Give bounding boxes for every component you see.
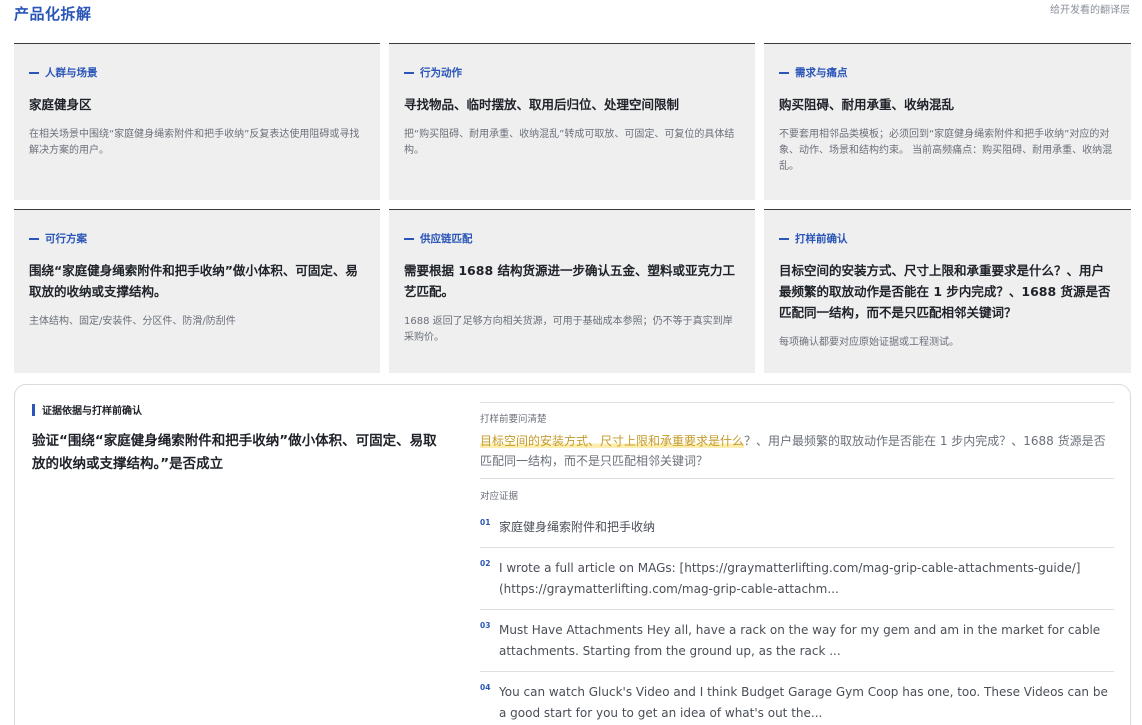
card-tag: 需求与痛点 — [795, 67, 848, 79]
card-desc: 1688 返回了足够方向相关货源，可用于基础成本参照；仍不等于真实到岸采购价。 — [404, 316, 733, 343]
card-tag: 行为动作 — [420, 67, 462, 79]
list-item[interactable]: 03 Must Have Attachments Hey all, have a… — [480, 609, 1114, 671]
item-text: You can watch Gluck's Video and I think … — [499, 685, 1108, 720]
question-highlight: 目标空间的安装方式、尺寸上限和承重要求是什么 — [480, 434, 745, 448]
accent-bar — [32, 403, 35, 416]
card-desc: 不要套用相邻品类模板；必须回到“家庭健身绳索附件和把手收纳”对应的对象、动作、场… — [779, 129, 1113, 172]
evidence-panel: 证据依据与打样前确认 验证“围绕“家庭健身绳索附件和把手收纳”做小体积、可固定、… — [14, 384, 1131, 725]
list-item[interactable]: 04 You can watch Gluck's Video and I thi… — [480, 671, 1114, 725]
card-desc: 把“购买阻碍、耐用承重、收纳混乱”转成可取放、可固定、可复位的具体结构。 — [404, 129, 735, 156]
dash-icon — [779, 237, 789, 240]
question-text: 目标空间的安装方式、尺寸上限和承重要求是什么？、用户最频繁的取放动作是否能在 1… — [480, 431, 1114, 471]
page-title: 产品化拆解 — [14, 5, 92, 23]
card-title: 围绕“家庭健身绳索附件和把手收纳”做小体积、可固定、易取放的收纳或支撑结构。 — [29, 263, 358, 299]
divider — [480, 478, 1114, 479]
dash-icon — [29, 71, 39, 74]
card-supply-chain: 供应链匹配 需要根据 1688 结构货源进一步确认五金、塑料或亚克力工艺匹配。 … — [389, 209, 755, 373]
card-desc: 在相关场景中围绕“家庭健身绳索附件和把手收纳”反复表达使用阻碍或寻找解决方案的用… — [29, 129, 360, 156]
card-feasible-solution: 可行方案 围绕“家庭健身绳索附件和把手收纳”做小体积、可固定、易取放的收纳或支撑… — [14, 209, 380, 373]
card-pre-sample-check: 打样前确认 目标空间的安装方式、尺寸上限和承重要求是什么？、用户最频繁的取放动作… — [764, 209, 1131, 373]
card-desc: 每项确认都要对应原始证据或工程测试。 — [779, 337, 959, 348]
card-tag: 供应链匹配 — [420, 233, 473, 245]
item-text: Must Have Attachments Hey all, have a ra… — [499, 623, 1101, 658]
list-item[interactable]: 02 I wrote a full article on MAGs: [http… — [480, 547, 1114, 609]
translation-layer-note: 给开发看的翻译层 — [1050, 5, 1130, 16]
card-behavior: 行为动作 寻找物品、临时摆放、取用后归位、处理空间限制 把“购买阻碍、耐用承重、… — [389, 43, 755, 200]
card-needs-pain-points: 需求与痛点 购买阻碍、耐用承重、收纳混乱 不要套用相邻品类模板；必须回到“家庭健… — [764, 43, 1131, 200]
card-tag: 可行方案 — [45, 233, 87, 245]
divider — [480, 402, 1114, 403]
list-item[interactable]: 01 家庭健身绳索附件和把手收纳 — [480, 508, 1114, 547]
evidence-list-label: 对应证据 — [480, 491, 519, 502]
item-number: 03 — [480, 621, 491, 630]
item-text: I wrote a full article on MAGs: [https:/… — [499, 561, 1081, 596]
card-title: 家庭健身区 — [29, 97, 92, 112]
evidence-detail: 打样前要问清楚 目标空间的安装方式、尺寸上限和承重要求是什么？、用户最频繁的取放… — [480, 402, 1114, 725]
item-text: 家庭健身绳索附件和把手收纳 — [499, 520, 656, 534]
item-number: 02 — [480, 559, 491, 568]
product-breakdown-grid: 人群与场景 家庭健身区 在相关场景中围绕“家庭健身绳索附件和把手收纳”反复表达使… — [14, 43, 1131, 373]
evidence-list: 01 家庭健身绳索附件和把手收纳 02 I wrote a full artic… — [480, 508, 1114, 725]
dash-icon — [404, 237, 414, 240]
card-title: 需要根据 1688 结构货源进一步确认五金、塑料或亚克力工艺匹配。 — [404, 263, 735, 299]
item-number: 04 — [480, 683, 491, 692]
card-tag: 打样前确认 — [795, 233, 848, 245]
dash-icon — [779, 71, 789, 74]
card-title: 目标空间的安装方式、尺寸上限和承重要求是什么？、用户最频繁的取放动作是否能在 1… — [779, 263, 1111, 320]
evidence-title: 验证“围绕“家庭健身绳索附件和把手收纳”做小体积、可固定、易取放的收纳或支撑结构… — [32, 433, 437, 472]
dash-icon — [29, 237, 39, 240]
dash-icon — [404, 71, 414, 74]
card-title: 寻找物品、临时摆放、取用后归位、处理空间限制 — [404, 97, 680, 112]
card-tag: 人群与场景 — [45, 67, 98, 79]
question-label: 打样前要问清楚 — [480, 414, 547, 425]
card-desc: 主体结构、固定/安装件、分区件、防滑/防刮件 — [29, 316, 236, 327]
item-number: 01 — [480, 518, 491, 527]
card-title: 购买阻碍、耐用承重、收纳混乱 — [779, 97, 955, 112]
card-audience-scenario: 人群与场景 家庭健身区 在相关场景中围绕“家庭健身绳索附件和把手收纳”反复表达使… — [14, 43, 380, 200]
evidence-tag: 证据依据与打样前确认 — [42, 406, 142, 417]
